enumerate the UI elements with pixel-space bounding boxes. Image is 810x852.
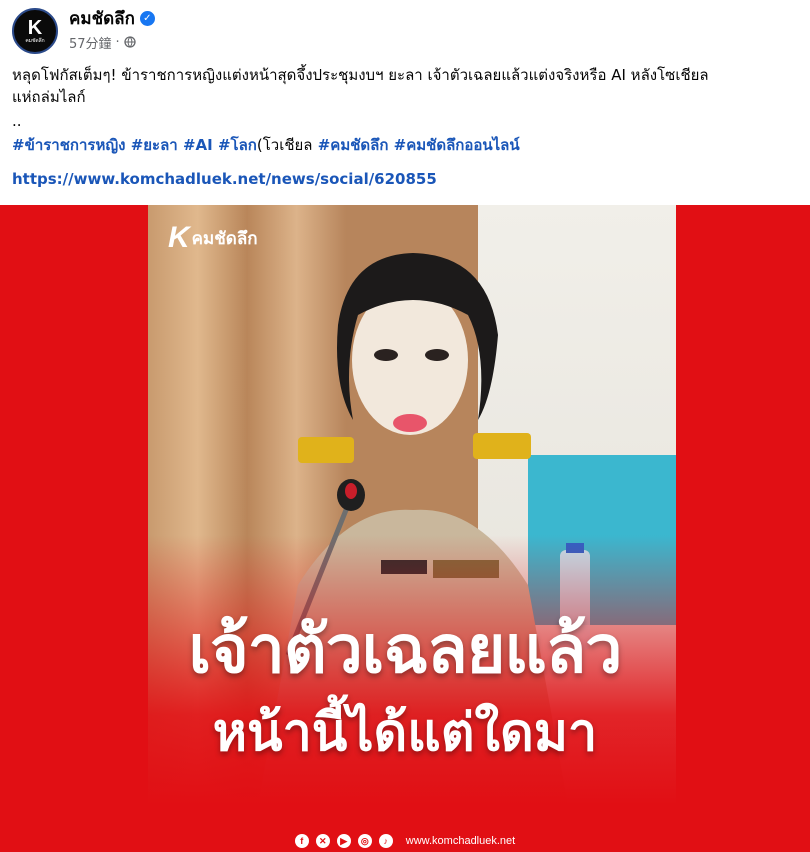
- post-header: K คมชัดลึก คมชัดลึก ✓ 57分鐘 ·: [0, 0, 810, 62]
- post-text-line-2: แห่ถล่มไลก์: [12, 88, 86, 106]
- post-text-line-1: หลุดโฟกัสเต็มๆ! ข้าราชการหญิงแต่งหน้าสุด…: [12, 66, 709, 84]
- page-name-row: คมชัดลึก ✓: [69, 6, 155, 30]
- page-avatar[interactable]: K คมชัดลึก: [12, 8, 58, 54]
- image-headline-1: เจ้าตัวเฉลยแล้ว: [188, 611, 623, 688]
- image-footer-url: www.komchadluek.net: [405, 835, 516, 847]
- meta-separator: ·: [115, 34, 120, 50]
- brand-logo-text: คมชัดลึก: [191, 228, 258, 249]
- hashtag-link[interactable]: #AI: [183, 136, 213, 154]
- youtube-icon: ▶: [336, 834, 351, 848]
- tiktok-icon: ♪: [378, 834, 393, 848]
- hashtag-row: #ข้าราชการหญิง #ยะลา #AI #โลก(โวเชียล #ค…: [12, 134, 520, 156]
- brand-logo-letter: K: [168, 221, 190, 254]
- image-headline-2: หน้านี้ได้แต่ใดมา: [212, 703, 598, 763]
- hashtag-link[interactable]: #ข้าราชการหญิง: [12, 136, 125, 154]
- hashtag-link[interactable]: #ยะลา: [131, 136, 178, 154]
- hashtag-plain-text: (โวเชียล: [256, 136, 313, 154]
- post-meta: 57分鐘 ·: [69, 33, 136, 52]
- post-image[interactable]: K คมชัดลึก เจ้าตัวเฉลยแล้ว หน้านี้ได้แต่…: [0, 205, 810, 852]
- page-name-link[interactable]: คมชัดลึก: [69, 5, 135, 32]
- article-link[interactable]: https://www.komchadluek.net/news/social/…: [12, 168, 437, 190]
- facebook-icon: f: [294, 834, 309, 848]
- avatar-logo-text: คมชัดลึก: [25, 38, 45, 44]
- hashtag-link[interactable]: #คมชัดลึกออนไลน์: [394, 136, 520, 154]
- avatar-logo-letter: K: [27, 17, 43, 39]
- post-text-dots: ..: [12, 112, 22, 130]
- verified-badge-icon: ✓: [139, 10, 155, 26]
- post-timestamp-link[interactable]: 57分鐘: [69, 33, 112, 52]
- globe-icon: [124, 36, 136, 48]
- hashtag-link[interactable]: #คมชัดลึก: [318, 136, 389, 154]
- hashtag-link[interactable]: #โลก: [218, 136, 257, 154]
- x-icon: ✕: [315, 834, 330, 848]
- post-text: หลุดโฟกัสเต็มๆ! ข้าราชการหญิงแต่งหน้าสุด…: [12, 64, 802, 108]
- instagram-icon: ◎: [357, 834, 372, 848]
- image-footer: f ✕ ▶ ◎ ♪ www.komchadluek.net: [0, 831, 810, 851]
- brand-logo: K คมชัดลึก: [168, 220, 258, 256]
